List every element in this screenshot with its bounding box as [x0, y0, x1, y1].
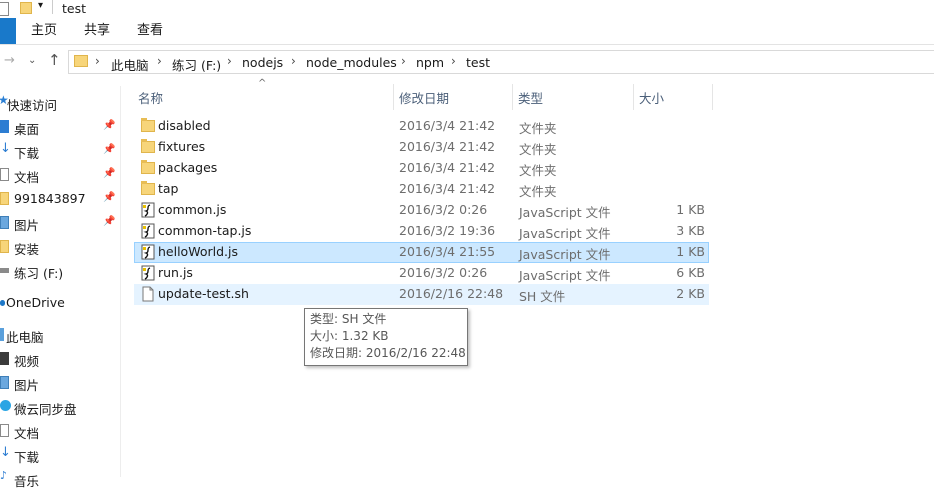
column-divider[interactable] — [712, 84, 713, 110]
sidebar-item-documents[interactable]: 文档 📌 — [0, 164, 120, 186]
sidebar-item-quick-access[interactable]: ★ 快速访问 — [0, 92, 120, 114]
breadcrumb-separator-icon[interactable]: › — [291, 54, 296, 68]
sort-ascending-icon: ^ — [258, 78, 267, 89]
forward-arrow-icon[interactable]: → — [4, 53, 15, 68]
column-divider[interactable] — [512, 84, 513, 110]
file-row-fixtures[interactable]: fixtures 2016/3/4 21:42 文件夹 — [134, 137, 709, 158]
sidebar-item-install[interactable]: 安装 — [0, 236, 120, 258]
pictures-icon — [0, 376, 9, 389]
tab-share[interactable]: 共享 — [84, 18, 110, 44]
column-header-size[interactable]: 大小 — [639, 88, 664, 107]
sidebar-item-documents-pc[interactable]: 文档 — [0, 420, 120, 442]
sidebar-item-this-pc[interactable]: 此电脑 — [0, 324, 120, 346]
sidebar-item-pictures[interactable]: 图片 📌 — [0, 212, 120, 234]
ribbon-tabs: 主页 共享 查看 — [0, 18, 934, 45]
folder-icon — [141, 118, 155, 132]
breadcrumb-test[interactable]: test — [466, 55, 490, 70]
music-note-icon: ♪ — [0, 469, 8, 482]
sidebar-item-weiyun[interactable]: 微云同步盘 — [0, 396, 120, 418]
sidebar-item-music[interactable]: ♪ 音乐 — [0, 468, 120, 490]
javascript-file-icon — [141, 244, 155, 260]
sidebar-item-downloads[interactable]: ↓ 下载 📌 — [0, 140, 120, 162]
document-icon — [0, 424, 9, 437]
breadcrumb-separator-icon[interactable]: › — [95, 54, 100, 68]
properties-icon[interactable] — [0, 2, 9, 16]
column-divider[interactable] — [633, 84, 634, 110]
sidebar-item-desktop[interactable]: 桌面 📌 — [0, 116, 120, 138]
recent-locations-chevron-icon[interactable]: ⌄ — [28, 55, 36, 66]
sidebar-item-drive-f[interactable]: 练习 (F:) — [0, 260, 120, 282]
folder-icon — [141, 160, 155, 174]
title-bar: ▾ test — [0, 0, 934, 18]
folder-icon — [141, 139, 155, 153]
tab-home[interactable]: 主页 — [31, 18, 57, 44]
file-row-packages[interactable]: packages 2016/3/4 21:42 文件夹 — [134, 158, 709, 179]
computer-icon — [0, 328, 4, 341]
pin-icon[interactable]: 📌 — [103, 144, 115, 155]
breadcrumb-npm[interactable]: npm — [416, 55, 444, 70]
folder-icon — [0, 240, 9, 253]
sidebar-item-onedrive[interactable]: OneDrive — [0, 292, 120, 314]
folder-icon — [141, 181, 155, 195]
pin-icon[interactable]: 📌 — [103, 216, 115, 227]
column-header-type[interactable]: 类型 — [518, 88, 543, 107]
breadcrumb-separator-icon[interactable]: › — [401, 54, 406, 68]
file-row-run-js[interactable]: run.js 2016/3/2 0:26 JavaScript 文件 6 KB — [134, 263, 709, 284]
folder-icon[interactable] — [20, 2, 32, 14]
sidebar-item-pictures-pc[interactable]: 图片 — [0, 372, 120, 394]
folder-icon — [0, 192, 9, 205]
address-bar[interactable]: › 此电脑 › 练习 (F:) › nodejs › node_modules … — [68, 50, 934, 74]
column-divider[interactable] — [393, 84, 394, 110]
sidebar-item-991843897[interactable]: 991843897 📌 — [0, 188, 120, 210]
drive-icon — [0, 268, 9, 273]
file-info-tooltip: 类型: SH 文件 大小: 1.32 KB 修改日期: 2016/2/16 22… — [304, 308, 468, 366]
weiyun-icon — [0, 400, 11, 411]
breadcrumb-separator-icon[interactable]: › — [451, 54, 456, 68]
quick-access-dropdown-icon[interactable]: ▾ — [38, 0, 43, 11]
download-arrow-icon: ↓ — [0, 445, 11, 460]
folder-icon — [74, 55, 88, 67]
navigation-pane: ★ 快速访问 桌面 📌 ↓ 下载 📌 文档 📌 991843897 📌 图片 📌… — [0, 86, 121, 489]
file-row-helloworld-js[interactable]: helloWorld.js 2016/3/4 21:55 JavaScript … — [134, 242, 709, 263]
column-header-name[interactable]: 名称 — [138, 88, 163, 107]
tooltip-size: 大小: 1.32 KB — [310, 329, 389, 343]
tooltip-type: 类型: SH 文件 — [310, 312, 387, 326]
file-row-tap[interactable]: tap 2016/3/4 21:42 文件夹 — [134, 179, 709, 200]
file-row-common-tap-js[interactable]: common-tap.js 2016/3/2 19:36 JavaScript … — [134, 221, 709, 242]
breadcrumb-nodejs[interactable]: nodejs — [242, 55, 283, 70]
pin-icon[interactable]: 📌 — [103, 168, 115, 179]
breadcrumb-drive-f[interactable]: 练习 (F:) — [172, 55, 221, 74]
sidebar-item-downloads-pc[interactable]: ↓ 下载 — [0, 444, 120, 466]
pin-icon[interactable]: 📌 — [103, 192, 115, 203]
video-icon — [0, 352, 9, 365]
tab-view[interactable]: 查看 — [137, 18, 163, 44]
breadcrumb-this-pc[interactable]: 此电脑 — [111, 55, 149, 74]
sidebar-item-videos[interactable]: 视频 — [0, 348, 120, 370]
file-row-update-test-sh[interactable]: update-test.sh 2016/2/16 22:48 SH 文件 2 K… — [134, 284, 709, 305]
breadcrumb-separator-icon[interactable]: › — [227, 54, 232, 68]
navigation-bar: → ⌄ ↑ › 此电脑 › 练习 (F:) › nodejs › node_mo… — [0, 45, 934, 79]
breadcrumb-node-modules[interactable]: node_modules — [306, 55, 397, 70]
up-arrow-icon[interactable]: ↑ — [48, 51, 61, 69]
pictures-icon — [0, 216, 9, 229]
tooltip-modified: 修改日期: 2016/2/16 22:48 — [310, 346, 466, 360]
download-arrow-icon: ↓ — [0, 141, 11, 156]
desktop-icon — [0, 120, 9, 133]
javascript-file-icon — [141, 265, 155, 281]
cloud-icon — [0, 300, 5, 306]
javascript-file-icon — [141, 202, 155, 218]
file-row-disabled[interactable]: disabled 2016/3/4 21:42 文件夹 — [134, 116, 709, 137]
generic-file-icon — [142, 286, 154, 302]
javascript-file-icon — [141, 223, 155, 239]
breadcrumb-separator-icon[interactable]: › — [157, 54, 162, 68]
title-divider — [52, 0, 53, 14]
tab-file[interactable] — [0, 18, 16, 44]
pin-icon[interactable]: 📌 — [103, 120, 115, 131]
window-title: test — [62, 1, 87, 16]
file-row-common-js[interactable]: common.js 2016/3/2 0:26 JavaScript 文件 1 … — [134, 200, 709, 221]
column-header-modified[interactable]: 修改日期 — [399, 88, 449, 107]
document-icon — [0, 168, 9, 181]
